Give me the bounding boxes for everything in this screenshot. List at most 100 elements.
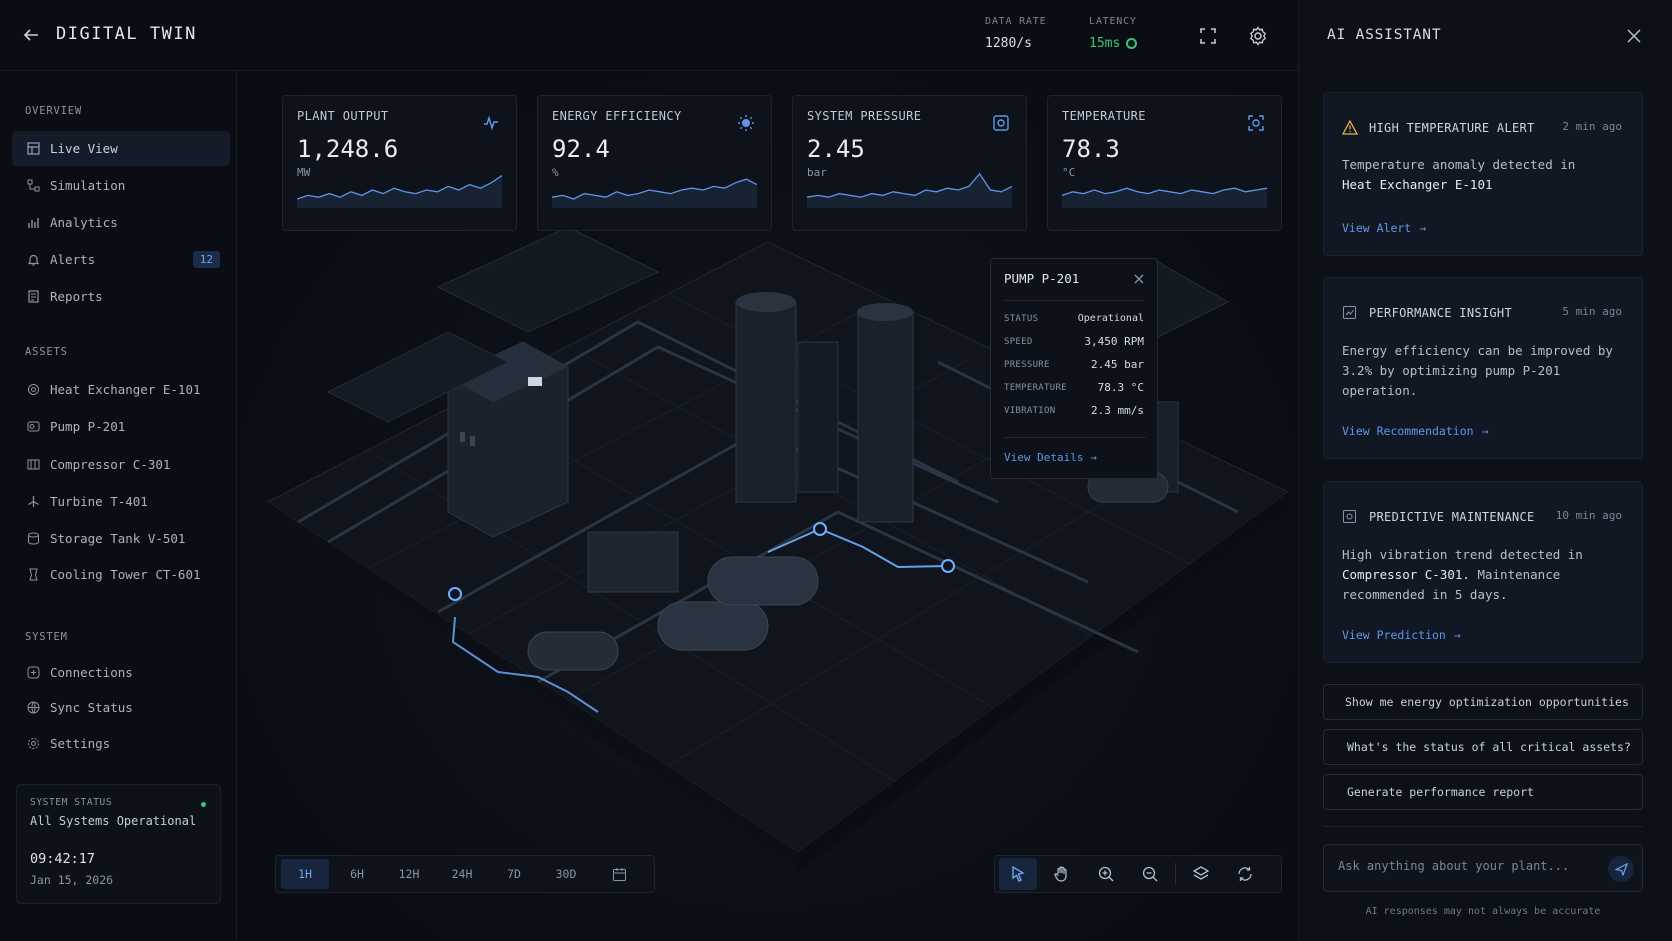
kpi-card-temperature[interactable]: TEMPERATURE 78.3 °C <box>1047 95 1282 231</box>
send-icon <box>1614 862 1628 876</box>
sparkline-area <box>552 179 757 208</box>
time-range-7d[interactable]: 7D <box>489 859 539 889</box>
card-link-label: View Alert <box>1342 221 1412 235</box>
kpi-label: SYSTEM PRESSURE <box>807 109 922 123</box>
gauge-icon <box>993 115 1009 131</box>
kpi-sparkline <box>807 172 1012 208</box>
sidebar-item-simulation[interactable]: Simulation <box>12 168 230 203</box>
popup-row: STATUS Operational <box>1004 307 1144 330</box>
popup-row-value: Operational <box>1077 313 1144 324</box>
kpi-card-plant-output[interactable]: PLANT OUTPUT 1,248.6 MW <box>282 95 517 231</box>
thermo-icon <box>1248 115 1264 131</box>
ai-disclaimer: AI responses may not always be accurate <box>1365 906 1601 917</box>
card-timestamp: 2 min ago <box>1562 120 1622 133</box>
kpi-label: PLANT OUTPUT <box>297 109 389 123</box>
settings-button[interactable] <box>1246 24 1270 48</box>
time-range-30d[interactable]: 30D <box>539 859 593 889</box>
globe-icon <box>26 701 40 715</box>
time-range-1h[interactable]: 1H <box>281 859 329 889</box>
ai-assistant-title: AI ASSISTANT <box>1327 27 1442 43</box>
kpi-value: 92.4 <box>552 135 610 163</box>
app-title: DIGITAL TWIN <box>56 24 197 44</box>
sidebar-item-turbine[interactable]: Turbine T-401 <box>12 484 230 519</box>
insight-icon <box>1342 304 1359 321</box>
bar-chart-icon <box>26 216 40 230</box>
sidebar-item-cooling-tower[interactable]: Cooling Tower CT-601 <box>12 557 230 592</box>
card-title: PERFORMANCE INSIGHT <box>1369 305 1512 320</box>
gear-icon <box>1249 26 1267 46</box>
view-alert-link[interactable]: View Alert → <box>1342 221 1426 235</box>
suggestion-chip[interactable]: Generate performance report <box>1323 774 1643 810</box>
latency-metric: LATENCY 15ms <box>1089 16 1138 51</box>
card-body-highlight: Heat Exchanger E-101 <box>1342 177 1493 192</box>
send-button[interactable] <box>1608 856 1634 882</box>
sidebar-item-sync-status[interactable]: Sync Status <box>12 690 230 725</box>
sidebar-item-storage-tank[interactable]: Storage Tank V-501 <box>12 521 230 556</box>
sidebar-item-heat-exchanger[interactable]: Heat Exchanger E-101 <box>12 372 230 407</box>
kpi-sparkline <box>552 178 757 208</box>
pan-tool[interactable] <box>1043 858 1081 890</box>
sidebar-item-live-view[interactable]: Live View <box>12 131 230 166</box>
kpi-card-system-pressure[interactable]: SYSTEM PRESSURE 2.45 bar <box>792 95 1027 231</box>
calendar-button[interactable] <box>593 859 645 889</box>
sidebar-item-alerts[interactable]: Alerts 12 <box>12 242 230 277</box>
data-rate-metric: DATA RATE 1280/s <box>985 16 1046 51</box>
kpi-sparkline <box>1062 187 1267 208</box>
sidebar-item-label: Live View <box>50 141 118 156</box>
layers-tool[interactable] <box>1182 858 1220 890</box>
map-icon <box>26 142 40 156</box>
popup-row-key: SPEED <box>1004 336 1033 347</box>
calendar-icon <box>612 867 626 881</box>
toolbar-divider <box>1175 863 1176 885</box>
back-button[interactable] <box>20 24 42 46</box>
view-details-link[interactable]: View Details → <box>1004 437 1146 464</box>
sidebar-item-analytics[interactable]: Analytics <box>12 205 230 240</box>
card-body-text: High vibration trend detected in <box>1342 547 1583 562</box>
chat-input[interactable] <box>1338 859 1588 873</box>
zoom-in-tool[interactable] <box>1087 858 1125 890</box>
asset-detail-popup: PUMP P-201 STATUS Operational SPEED 3,450 … <box>990 258 1158 479</box>
suggestion-chip[interactable]: What's the status of all critical assets… <box>1323 729 1643 765</box>
card-timestamp: 5 min ago <box>1562 305 1622 318</box>
overview-section-title: OVERVIEW <box>25 105 82 117</box>
time-range-24h[interactable]: 24H <box>435 859 489 889</box>
system-date: Jan 15, 2026 <box>30 873 114 887</box>
fullscreen-button[interactable] <box>1196 24 1220 48</box>
suggestion-chip[interactable]: Show me energy optimization opportunitie… <box>1323 684 1643 720</box>
close-icon[interactable] <box>1626 28 1642 44</box>
popup-row-value: 2.45 bar <box>1091 358 1144 371</box>
view-details-label: View Details <box>1004 451 1084 464</box>
view-recommendation-link[interactable]: View Recommendation → <box>1342 424 1489 438</box>
sidebar-item-label: Cooling Tower CT-601 <box>50 567 201 582</box>
view-toolbar <box>994 855 1282 893</box>
kpi-label: TEMPERATURE <box>1062 109 1146 123</box>
kpi-card-energy-efficiency[interactable]: ENERGY EFFICIENCY 92.4 % <box>537 95 772 231</box>
sidebar-item-compressor[interactable]: Compressor C-301 <box>12 447 230 482</box>
sidebar-item-settings[interactable]: Settings <box>12 726 230 761</box>
time-range-12h[interactable]: 12H <box>383 859 435 889</box>
sidebar-item-connections[interactable]: Connections <box>12 655 230 690</box>
reset-view-tool[interactable] <box>1226 858 1264 890</box>
card-title: PREDICTIVE MAINTENANCE <box>1369 509 1535 524</box>
top-header: DIGITAL TWIN DATA RATE 1280/s LATENCY 15… <box>0 0 1298 71</box>
insight-card: PERFORMANCE INSIGHT 5 min ago Energy eff… <box>1323 277 1643 459</box>
close-icon[interactable] <box>1133 273 1145 285</box>
popup-row-value: 2.3 mm/s <box>1091 404 1144 417</box>
sidebar-item-reports[interactable]: Reports <box>12 279 230 314</box>
select-tool[interactable] <box>999 858 1037 890</box>
zoom-out-tool[interactable] <box>1131 858 1169 890</box>
time-range-6h[interactable]: 6H <box>331 859 383 889</box>
card-link-label: View Recommendation <box>1342 424 1474 438</box>
sidebar-item-pump[interactable]: Pump P-201 <box>12 409 230 444</box>
cursor-icon <box>1012 865 1025 882</box>
zoom-in-icon <box>1098 866 1114 882</box>
card-body: Temperature anomaly detected in Heat Exch… <box>1342 155 1624 195</box>
popup-row: PRESSURE 2.45 bar <box>1004 353 1144 376</box>
maintenance-card: PREDICTIVE MAINTENANCE 10 min ago High v… <box>1323 481 1643 663</box>
popup-row-value: 3,450 RPM <box>1084 335 1144 348</box>
view-prediction-link[interactable]: View Prediction → <box>1342 628 1461 642</box>
sidebar-item-label: Simulation <box>50 178 126 193</box>
flow-icon <box>26 179 40 193</box>
popup-row: TEMPERATURE 78.3 °C <box>1004 376 1144 399</box>
hand-icon <box>1054 866 1067 882</box>
